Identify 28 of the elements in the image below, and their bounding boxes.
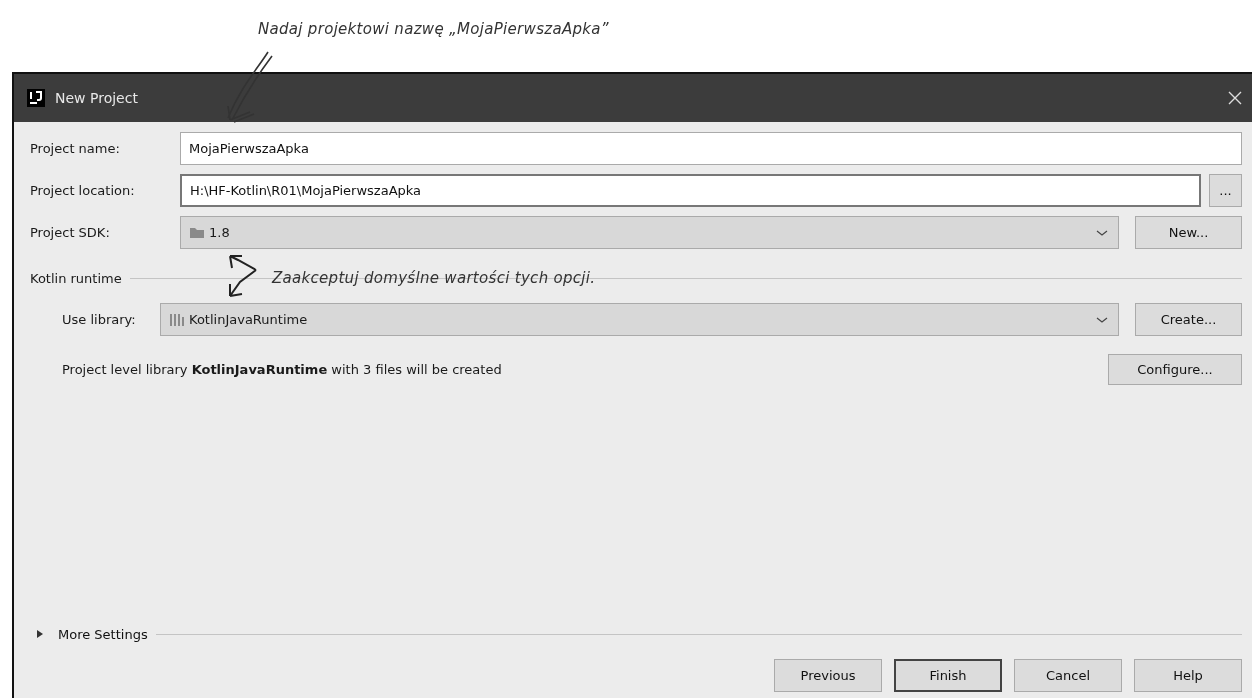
- field-label: Project location:: [30, 183, 136, 198]
- field-label: Project SDK:: [30, 225, 111, 240]
- annotation-text: Nadaj projektowi nazwę „MojaPierwszaApka”: [258, 20, 609, 38]
- info-text: Project level library KotlinJavaRuntime with 3 files will be created: [62, 361, 502, 377]
- section-title: Kotlin runtime: [30, 270, 122, 286]
- configure-button[interactable]: Configure...: [1108, 353, 1242, 385]
- field-label: Project name:: [30, 141, 121, 156]
- app-logo-icon: [27, 89, 45, 107]
- field-label: Use library:: [62, 312, 137, 327]
- text-field[interactable]: MojaPierwszaApka: [180, 132, 1242, 165]
- caret-icon: [1096, 228, 1108, 237]
- library-dropdown[interactable]: KotlinJavaRuntime: [160, 303, 1119, 336]
- bars-icon: [169, 311, 185, 328]
- dialog-button[interactable]: Cancel: [1014, 659, 1122, 692]
- text-field[interactable]: H:\HF-Kotlin\R01\MojaPierwszaApka: [180, 174, 1201, 207]
- sdk-dropdown[interactable]: 1.8: [180, 216, 1119, 249]
- more-settings-toggle[interactable]: More Settings: [30, 626, 148, 642]
- new-button[interactable]: New...: [1135, 216, 1242, 249]
- annotation-text: Zaakceptuj domyślne wartości tych opcji.: [272, 270, 597, 287]
- dialog-button[interactable]: Previous: [774, 659, 882, 692]
- collapsed-triangle-icon: [36, 630, 44, 638]
- create-button[interactable]: Create...: [1135, 303, 1242, 336]
- dialog-button[interactable]: Help: [1134, 659, 1242, 692]
- window-title: New Project: [55, 90, 138, 106]
- close-icon[interactable]: [1228, 91, 1242, 105]
- caret-icon: [1096, 315, 1108, 324]
- dialog-button[interactable]: Finish: [894, 659, 1002, 692]
- browse-button[interactable]: ...: [1209, 174, 1242, 207]
